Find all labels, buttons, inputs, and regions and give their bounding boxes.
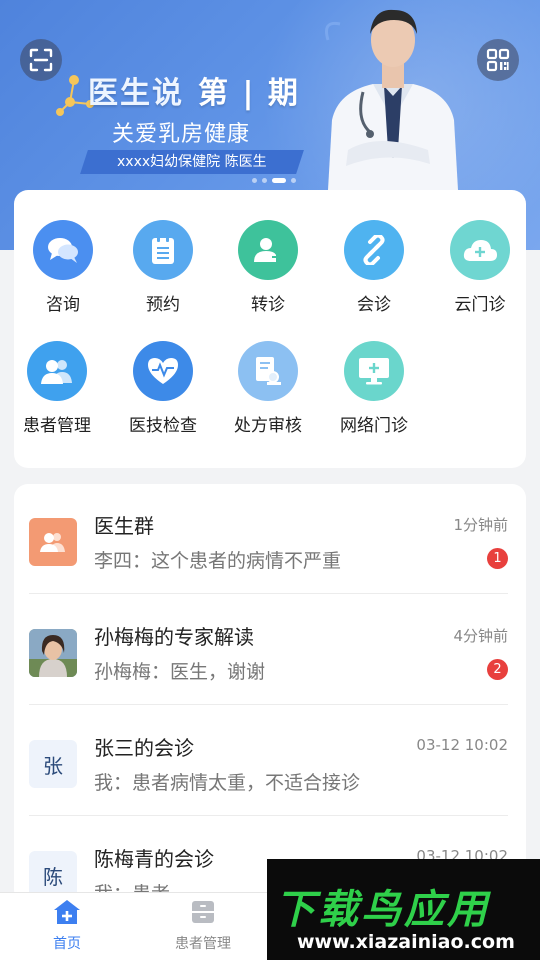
list-item[interactable]: 张 张三的会诊 我：患者病情太重，不适合接诊 03-12 10:02 [14,706,526,816]
tab-home[interactable]: 首页 [12,899,122,953]
feature-consult[interactable]: 咨询 [18,220,108,315]
clipboard-icon [152,236,174,264]
feature-cloud-clinic[interactable]: 云门诊 [435,220,525,315]
banner-hospital-tag: xxxx妇幼保健院 陈医生 [80,150,304,174]
feature-grid: 咨询 预约 转诊 会诊 云门诊 患者管理 医技检查 处方审核 网络门诊 [14,190,526,468]
conversation-preview: 李四：这个患者的病情不严重 [94,550,342,572]
conversation-preview: 我：患者病情太重，不适合接诊 [94,772,361,794]
unread-badge: 1 [487,548,508,569]
divider [29,815,508,816]
banner-title: 医生说第 | 期 [88,68,300,112]
feature-label: 患者管理 [23,416,91,436]
monitor-plus-icon [359,358,389,385]
feature-referral[interactable]: 转诊 [223,220,313,315]
link-icon [363,235,385,265]
pagination-dot[interactable] [252,178,257,183]
group-icon [29,518,77,566]
feature-label: 转诊 [251,295,285,315]
feature-appointment[interactable]: 预约 [118,220,208,315]
tab-label: 患者管理 [175,936,231,952]
qr-code-icon [486,48,510,72]
feature-icon-bg [344,220,404,280]
feature-icon-bg [133,341,193,401]
message-list: 医生群 李四：这个患者的病情不严重 1分钟前 1 孙梅梅的专家解读 孙梅梅：医生… [14,484,526,904]
feature-online-clinic[interactable]: 网络门诊 [329,341,419,436]
list-item[interactable]: 孙梅梅的专家解读 孙梅梅：医生，谢谢 4分钟前 2 [14,595,526,705]
user-transfer-icon [254,238,283,262]
pagination-dot[interactable] [291,178,296,183]
watermark: 下载鸟应用 www.xiazainiao.com [267,859,540,960]
banner-tag-text: xxxx妇幼保健院 陈医生 [117,154,267,170]
feature-label: 网络门诊 [340,416,408,436]
pagination-dot-active[interactable] [272,178,286,183]
cabinet-icon [192,901,214,923]
avatar [29,629,77,677]
feature-label: 预约 [146,295,180,315]
users-icon [41,360,72,384]
feature-patient-management[interactable]: 患者管理 [12,341,102,436]
tab-label: 首页 [53,936,81,952]
feature-icon-bg [238,341,298,401]
feature-medical-exam[interactable]: 医技检查 [118,341,208,436]
heart-pulse-icon [148,358,178,384]
pagination-dot[interactable] [262,178,267,183]
feature-joint-consult[interactable]: 会诊 [329,220,419,315]
feature-label: 咨询 [46,295,80,315]
watermark-title: 下载鸟应用 [275,887,490,933]
feature-icon-bg [238,220,298,280]
divider [29,593,508,594]
banner-pagination [252,178,296,183]
conversation-preview: 孙梅梅：医生，谢谢 [94,661,266,683]
watermark-url: www.xiazainiao.com [297,931,515,953]
qr-code-button[interactable] [477,39,519,81]
banner-title-issue: 第 | 期 [198,76,300,111]
feature-label: 会诊 [357,295,391,315]
feature-icon-bg [33,220,93,280]
feature-label: 云门诊 [454,295,506,315]
conversation-name: 医生群 [94,514,154,538]
conversation-name: 陈梅青的会诊 [94,847,214,871]
prescription-icon [256,357,281,385]
unread-badge: 2 [487,659,508,680]
avatar: 张 [29,740,77,788]
conversation-name: 张三的会诊 [94,736,194,760]
chat-bubbles-icon [48,238,78,263]
feature-label: 医技检查 [129,416,197,436]
scan-icon [29,48,53,72]
doctor-illustration [325,9,458,190]
divider [29,704,508,705]
home-plus-icon [54,900,80,924]
feature-icon-bg [450,220,510,280]
cloud-plus-icon [463,240,497,261]
conversation-time: 03-12 10:02 [416,736,508,754]
conversation-time: 4分钟前 [453,627,508,645]
list-item[interactable]: 医生群 李四：这个患者的病情不严重 1分钟前 1 [14,484,526,594]
conversation-name: 孙梅梅的专家解读 [94,625,254,649]
conversation-time: 1分钟前 [453,516,508,534]
feature-icon-bg [133,220,193,280]
feature-prescription-review[interactable]: 处方审核 [223,341,313,436]
scan-button[interactable] [20,39,62,81]
banner-title-main: 医生说 [88,76,184,111]
tab-patients[interactable]: 患者管理 [148,899,258,953]
banner-subtitle: 关爱乳房健康 [112,122,251,147]
feature-icon-bg [344,341,404,401]
feature-icon-bg [27,341,87,401]
feature-label: 处方审核 [234,416,302,436]
